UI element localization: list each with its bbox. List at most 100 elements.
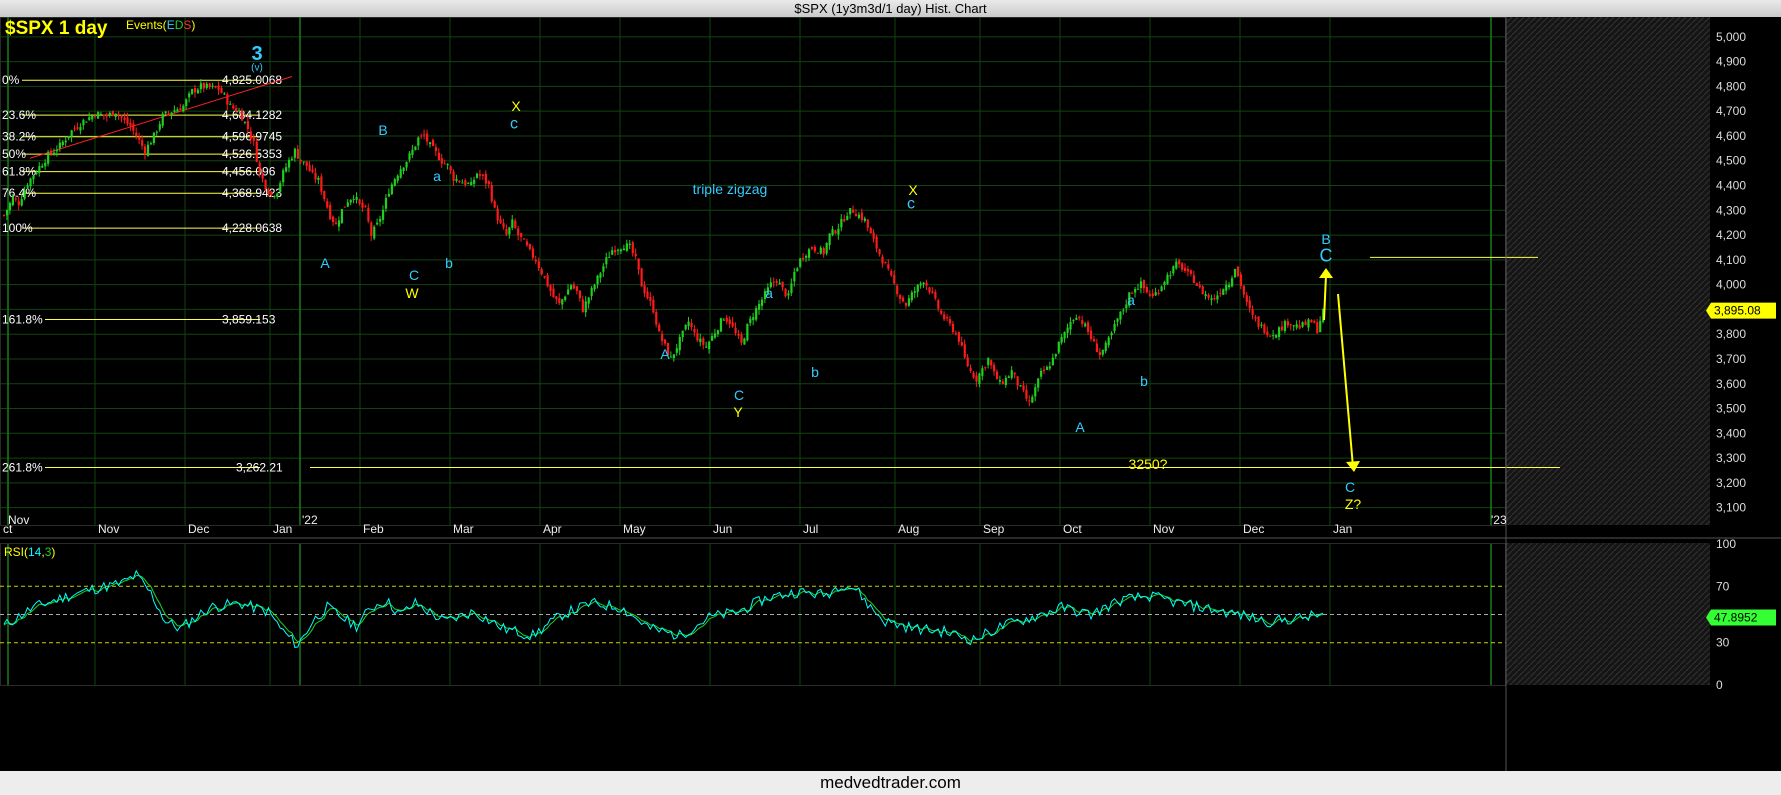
- events-prefix: Events(: [126, 18, 167, 32]
- candle-body: [97, 112, 100, 119]
- candle-body: [361, 202, 364, 208]
- candle-body: [569, 285, 573, 290]
- events-d: D: [175, 18, 184, 32]
- candle-body: [414, 146, 417, 150]
- month-label: Jan: [1333, 522, 1352, 536]
- candle-body: [79, 127, 82, 131]
- candle-body: [1210, 298, 1213, 300]
- fib-value-label: 4,596.9745: [222, 130, 282, 144]
- candle-body: [11, 196, 15, 206]
- candle-body: [796, 268, 799, 272]
- candle-body: [614, 249, 617, 253]
- candle-body: [452, 171, 455, 181]
- candle-body: [464, 180, 467, 186]
- candle-body: [1078, 316, 1081, 319]
- candle-body: [170, 112, 173, 116]
- rsi-label-prefix: RSI(: [4, 545, 28, 559]
- price-tick-label: 4,600: [1716, 129, 1746, 143]
- candle-body: [238, 110, 241, 112]
- candle-body: [884, 261, 887, 264]
- candle-body: [320, 176, 323, 192]
- candle-body: [1040, 370, 1043, 377]
- candle-body: [990, 360, 993, 366]
- year-label: '23: [1491, 513, 1507, 527]
- symbol-label: $SPX 1 day: [5, 18, 108, 39]
- candle-body: [17, 201, 20, 206]
- candle-body: [279, 183, 282, 192]
- candle-body: [423, 134, 426, 136]
- fib-value-label: 4,526.5353: [222, 147, 282, 161]
- candle-body: [937, 300, 940, 309]
- candle-body: [132, 123, 135, 131]
- candle-body: [852, 209, 855, 213]
- rsi-value-tag: 47.8952: [1706, 609, 1776, 626]
- candle-body: [396, 175, 399, 181]
- fib-pct-label: 261.8%: [2, 460, 43, 474]
- candle-body: [135, 132, 138, 137]
- candle-body: [232, 105, 235, 109]
- candle-body: [1304, 321, 1307, 326]
- candle-body: [705, 346, 708, 348]
- current-price-value: 3,895.08: [1714, 304, 1761, 318]
- candle-body: [802, 257, 805, 260]
- candle-body: [1186, 269, 1190, 272]
- candle-body: [1239, 274, 1243, 286]
- candle-body: [916, 284, 919, 292]
- candle-body: [1054, 353, 1057, 357]
- candle-body: [1136, 288, 1140, 290]
- candle-body: [925, 282, 928, 286]
- candle-body: [1166, 274, 1169, 284]
- candle-body: [981, 368, 984, 376]
- candle-body: [816, 252, 819, 254]
- candle-body: [1072, 320, 1075, 322]
- candle-body: [699, 338, 702, 343]
- candle-body: [1251, 309, 1254, 315]
- candle-body: [525, 241, 529, 246]
- candle-body: [158, 124, 161, 130]
- candle-body: [1175, 261, 1178, 269]
- candle-body: [969, 368, 972, 372]
- fib-pct-label: 23.6%: [2, 108, 36, 122]
- candle-body: [1001, 381, 1005, 384]
- candle-body: [1242, 285, 1245, 295]
- candle-body: [161, 113, 164, 126]
- candle-body: [1228, 284, 1231, 288]
- candle-body: [311, 169, 314, 173]
- candle-body: [822, 248, 825, 255]
- candle-body: [50, 150, 53, 154]
- candle-body: [255, 141, 258, 162]
- candle-body: [1028, 400, 1031, 402]
- price-tick-label: 4,100: [1716, 253, 1746, 267]
- candle-body: [787, 293, 790, 296]
- candle-body: [1013, 372, 1016, 375]
- month-label: Aug: [898, 522, 919, 536]
- candle-body: [1236, 266, 1240, 276]
- candle-body: [14, 198, 17, 200]
- candle-body: [426, 133, 429, 142]
- candle-body: [749, 318, 752, 324]
- wave-label: W: [405, 285, 419, 301]
- candle-body: [1042, 369, 1046, 372]
- candle-body: [179, 108, 182, 111]
- candle-body: [58, 142, 62, 149]
- candle-body: [690, 323, 693, 328]
- candle-body: [114, 113, 117, 117]
- candle-body: [411, 149, 414, 155]
- candle-body: [332, 216, 335, 223]
- year-label: '22: [302, 513, 318, 527]
- chart-area[interactable]: 0% 4,825.0068 23.6% 4,684.1282 38.2% 4,596.97…: [0, 17, 1781, 771]
- month-label: Oct: [1063, 522, 1082, 536]
- candle-body: [1266, 331, 1269, 336]
- candle-body: [1248, 300, 1251, 309]
- candle-body: [946, 317, 949, 319]
- month-label: Dec: [188, 522, 209, 536]
- candle-body: [191, 89, 194, 94]
- candle-body: [1289, 324, 1292, 326]
- candle-body: [805, 255, 808, 258]
- candle-body: [904, 302, 908, 306]
- candle-body: [778, 282, 781, 285]
- candle-body: [664, 339, 667, 344]
- candle-body: [1095, 343, 1099, 353]
- candle-body: [846, 215, 849, 220]
- fib-value-label: 4,228.0638: [222, 221, 282, 235]
